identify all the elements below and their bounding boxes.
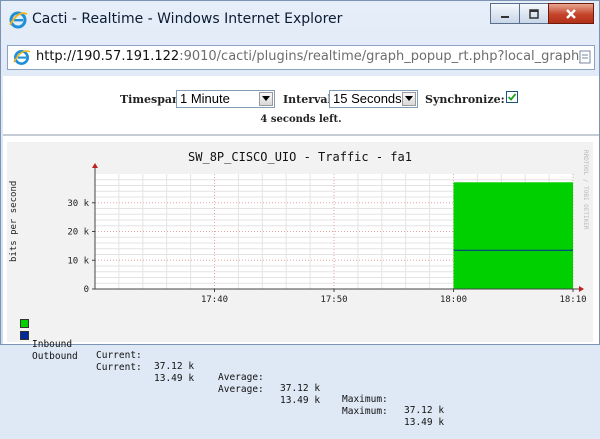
address-bar[interactable]: http://190.57.191.122:9010/cacti/plugins…: [7, 45, 595, 70]
legend-average-label: Average:: [218, 372, 264, 383]
internet-explorer-page-icon: [13, 49, 31, 66]
x-tick-label: 17:50: [320, 295, 347, 305]
legend-maximum-label: Maximum:: [342, 406, 388, 417]
y-tick-label: 30 k: [67, 199, 89, 209]
chevron-down-icon: [259, 92, 273, 106]
y-axis-arrow: [92, 163, 98, 168]
x-axis-arrow: [579, 286, 584, 292]
page-content: Timespan: 1 Minute Interval: 15 Seconds …: [3, 76, 599, 428]
legend-name: Outbound: [32, 351, 78, 362]
timespan-select[interactable]: 1 Minute: [176, 90, 275, 108]
legend-average-value: 13.49 k: [280, 395, 321, 406]
browser-window: Cacti - Realtime - Windows Internet Expl…: [0, 0, 600, 428]
legend-average-label: Average:: [218, 384, 264, 395]
y-tick-label: 0: [84, 285, 89, 295]
maximize-button[interactable]: [519, 3, 549, 24]
maximize-icon: [529, 8, 539, 19]
synchronize-checkbox[interactable]: [506, 91, 518, 103]
checkmark-icon: [507, 93, 517, 101]
chevron-down-icon: [402, 92, 416, 106]
plot-area: 0 10 k 20 k 30 k 17:40 17:50 18:00 18:10: [67, 163, 587, 305]
legend-current-label: Current:: [96, 362, 142, 373]
legend-maximum-value: 13.49 k: [404, 417, 445, 428]
legend-maximum-value: 37.12 k: [404, 405, 445, 416]
x-tick-label: 18:10: [559, 295, 586, 305]
minimize-button[interactable]: [490, 3, 520, 24]
x-tick-label: 17:40: [201, 295, 228, 305]
timespan-label: Timespan:: [120, 93, 185, 106]
url-text: http://190.57.191.122:9010/cacti/plugins…: [36, 49, 586, 64]
countdown-text: 4 seconds left.: [260, 114, 342, 125]
interval-select[interactable]: 15 Seconds: [329, 90, 418, 108]
y-tick-label: 20 k: [67, 228, 89, 238]
title-bar: Cacti - Realtime - Windows Internet Expl…: [1, 1, 600, 39]
traffic-graph: SW_8P_CISCO_UIO - Traffic - fa1 bits per…: [7, 142, 593, 428]
internet-explorer-icon: [9, 11, 28, 29]
legend-swatch-inbound: [20, 319, 29, 328]
compatibility-view-icon[interactable]: [579, 50, 591, 64]
legend-current-value: 37.12 k: [154, 361, 195, 372]
legend-swatch-outbound: [20, 331, 29, 340]
realtime-controls: Timespan: 1 Minute Interval: 15 Seconds …: [3, 88, 599, 110]
window-title: Cacti - Realtime - Windows Internet Expl…: [32, 11, 343, 27]
legend-current-label: Current:: [96, 350, 142, 361]
interval-label: Interval:: [283, 93, 336, 106]
url-path: :9010/cacti/plugins/realtime/graph_popup…: [179, 49, 586, 64]
series-area-inbound: [453, 182, 573, 289]
legend-maximum-label: Maximum:: [342, 394, 388, 405]
legend-row-outbound: Outbound Current: 13.49 k Average: 13.49…: [20, 329, 444, 439]
synchronize-label: Synchronize:: [425, 93, 505, 106]
y-tick-label: 10 k: [67, 256, 89, 266]
close-button[interactable]: [548, 3, 594, 24]
close-icon: [566, 8, 576, 19]
timespan-value: 1 Minute: [180, 91, 230, 106]
minimize-icon: [501, 15, 509, 18]
window-controls: [490, 3, 594, 25]
x-tick-label: 18:00: [440, 295, 467, 305]
divider: [3, 134, 599, 136]
legend-average-value: 37.12 k: [280, 383, 321, 394]
interval-value: 15 Seconds: [333, 91, 402, 106]
legend-current-value: 13.49 k: [154, 373, 195, 384]
url-host: http://190.57.191.122: [36, 49, 180, 64]
